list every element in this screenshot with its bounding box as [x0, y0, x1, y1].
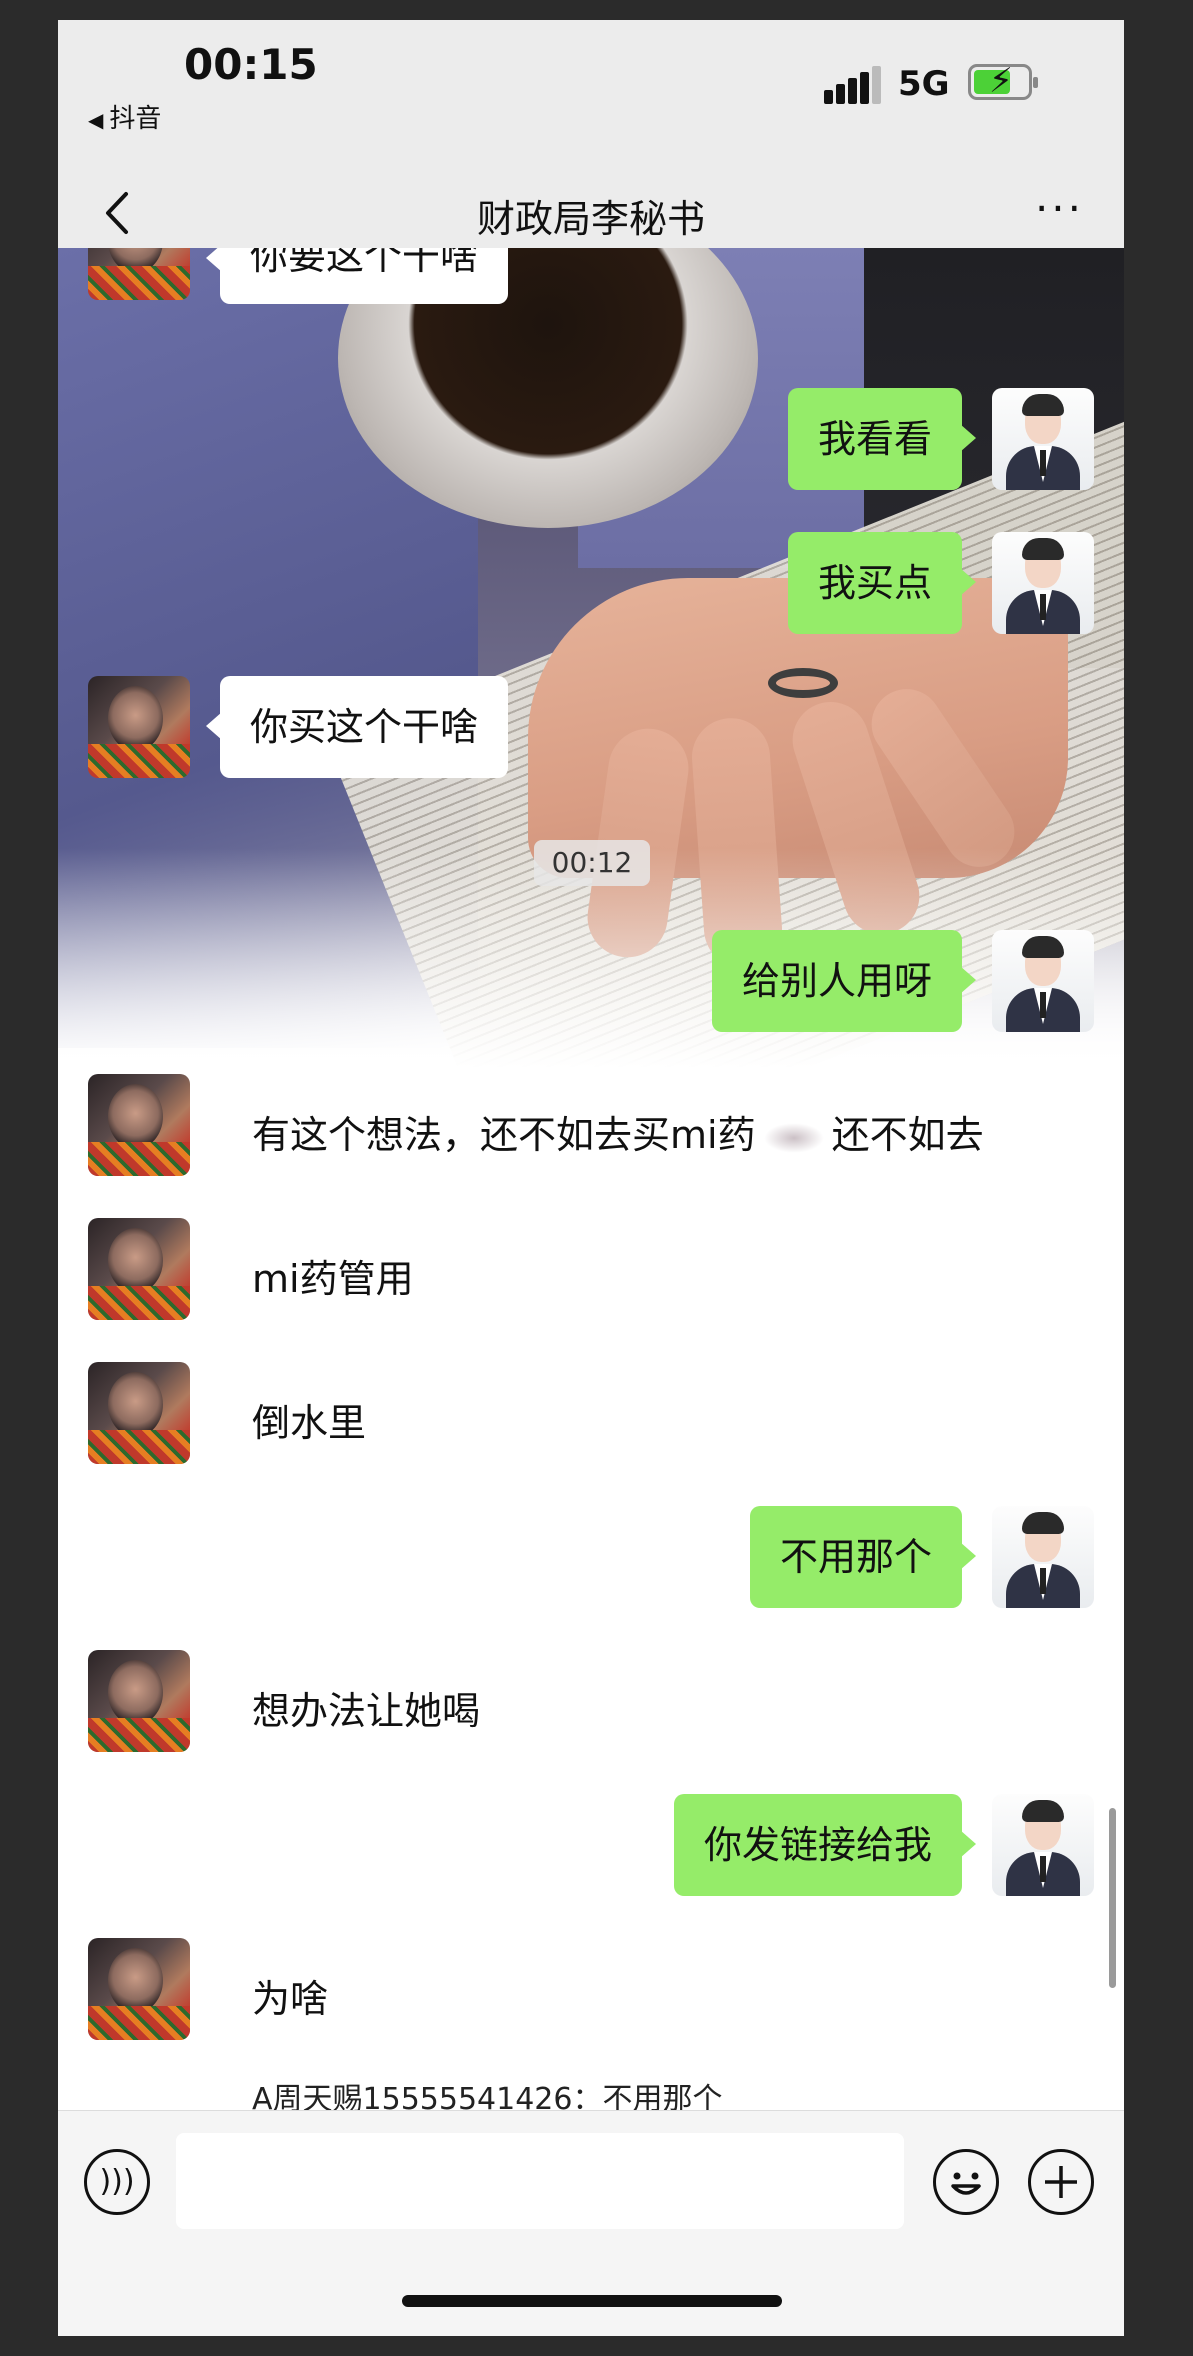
- network-type: 5G: [898, 64, 950, 104]
- incoming-message[interactable]: 你买这个干啥: [205, 676, 509, 778]
- contact-avatar[interactable]: [88, 1938, 190, 2040]
- incoming-message[interactable]: 倒水里: [252, 1392, 366, 1447]
- outgoing-message[interactable]: 不用那个: [749, 1506, 977, 1608]
- contact-avatar[interactable]: [88, 1650, 190, 1752]
- my-avatar[interactable]: [992, 388, 1094, 490]
- contact-avatar[interactable]: [88, 1362, 190, 1464]
- message-input[interactable]: [176, 2133, 904, 2229]
- voice-icon[interactable]: ))): [84, 2149, 150, 2215]
- outgoing-message[interactable]: 你发链接给我: [673, 1794, 977, 1896]
- incoming-message[interactable]: 为啥: [252, 1968, 328, 2023]
- contact-avatar[interactable]: [88, 676, 190, 778]
- plus-icon[interactable]: [1028, 2149, 1094, 2215]
- incoming-message[interactable]: 想办法让她喝: [252, 1680, 480, 1735]
- contact-avatar[interactable]: [88, 1074, 190, 1176]
- back-app-label: 抖音: [109, 104, 162, 134]
- status-time: 00:15: [184, 40, 318, 89]
- home-indicator[interactable]: [402, 2295, 782, 2307]
- my-avatar[interactable]: [992, 1506, 1094, 1608]
- contact-avatar[interactable]: [88, 248, 190, 300]
- back-triangle-icon: ◀: [88, 108, 104, 132]
- chat-area[interactable]: 00:12 你要这个干啥 我看看 我买点 你买这个干啥 给别人用呀 有这个想法，…: [58, 248, 1124, 2128]
- back-to-app-link[interactable]: ◀ 抖音: [88, 98, 161, 135]
- outgoing-message[interactable]: 给别人用呀: [711, 930, 977, 1032]
- contact-avatar[interactable]: [88, 1218, 190, 1320]
- my-avatar[interactable]: [992, 1794, 1094, 1896]
- message-text-continued: 还不如去: [831, 1113, 984, 1157]
- my-avatar[interactable]: [992, 532, 1094, 634]
- emoji-icon[interactable]: [933, 2149, 999, 2215]
- more-icon[interactable]: ···: [1035, 184, 1084, 233]
- incoming-message[interactable]: 有这个想法，还不如去买mi药 还不如去: [252, 1104, 984, 1159]
- scrollbar[interactable]: [1109, 1808, 1116, 1988]
- video-timestamp: 00:12: [534, 840, 650, 886]
- phone-screen: 00:15 ◀ 抖音 5G ⚡ 财政局李秘书 ··· 00:12 你要这个干啥 …: [58, 20, 1124, 2336]
- input-bar: ))): [58, 2110, 1124, 2336]
- outgoing-message[interactable]: 我买点: [787, 532, 977, 634]
- outgoing-message[interactable]: 我看看: [787, 388, 977, 490]
- charging-bolt-icon: ⚡: [989, 61, 1013, 101]
- battery-icon: ⚡: [968, 61, 1038, 101]
- chat-title: 财政局李秘书: [476, 197, 705, 241]
- my-avatar[interactable]: [992, 930, 1094, 1032]
- incoming-message[interactable]: 你要这个干啥: [205, 248, 509, 304]
- signal-icon: [824, 66, 882, 104]
- video-overlay-background: [58, 248, 1124, 1068]
- message-text: 有这个想法，还不如去买mi药: [252, 1113, 756, 1157]
- blur-mark: [763, 1122, 824, 1153]
- incoming-message[interactable]: mi药管用: [252, 1248, 414, 1303]
- status-bar: 00:15 ◀ 抖音 5G ⚡: [58, 20, 1124, 160]
